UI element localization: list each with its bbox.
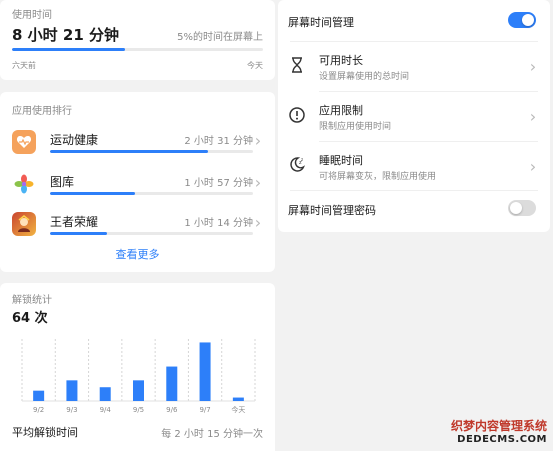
- app-usage-fill: [50, 150, 209, 153]
- settings-item-title: 睡眠时间: [319, 154, 363, 167]
- settings-item-available-duration[interactable]: 可用时长 设置屏幕使用的总时间 ›: [278, 44, 550, 90]
- settings-card: 屏幕时间管理 可用时长 设置屏幕使用的总时间 › 应用限制 限制应用使用时间 ›…: [278, 0, 550, 232]
- app-time: 1 小时 57 分钟: [184, 178, 253, 189]
- usage-to-label: 今天: [247, 61, 263, 70]
- unlock-count: 64 次: [12, 311, 48, 326]
- settings-item-app-limits[interactable]: 应用限制 限制应用使用时间 ›: [278, 94, 550, 140]
- app-name: 图库: [50, 175, 75, 189]
- usage-screen-percent: 5%的时间在屏幕上: [177, 32, 263, 43]
- chevron-right-icon: ›: [529, 157, 537, 176]
- usage-progress-bar: [12, 48, 263, 51]
- usage-from-label: 六天前: [12, 61, 36, 70]
- divider: [290, 41, 538, 42]
- chart-bar-9/2: [33, 390, 45, 401]
- screen-time-management-row[interactable]: 屏幕时间管理: [278, 0, 550, 40]
- watermark-line2: DEDECMS.COM: [457, 434, 547, 445]
- app-usage-bar: [50, 150, 253, 153]
- app-name: 王者荣耀: [50, 215, 99, 229]
- app-time: 1 小时 14 分钟: [184, 218, 253, 229]
- watermark-line1: 织梦内容管理系统: [450, 419, 547, 433]
- chart-tick-label: 今天: [231, 405, 245, 414]
- toggle-knob: [510, 202, 522, 214]
- usage-title: 使用时间: [12, 10, 52, 21]
- chart-tick-label: 9/3: [66, 406, 77, 414]
- ranking-card: 应用使用排行 运动健康 2 小时 31 分钟 › 图库 1 小时 57 分钟 ›: [0, 92, 275, 272]
- toggle-knob: [522, 14, 534, 26]
- app-usage-bar: [50, 232, 253, 235]
- unlock-title: 解锁统计: [12, 295, 52, 306]
- avg-unlock-value: 每 2 小时 15 分钟一次: [161, 429, 263, 440]
- chart-bar-9/6: [166, 366, 178, 401]
- settings-item-title: 可用时长: [319, 54, 363, 67]
- screen-time-password-label: 屏幕时间管理密码: [288, 204, 376, 217]
- honor-of-kings-app-icon: [12, 212, 36, 236]
- chart-tick-label: 9/4: [100, 406, 112, 414]
- screen-time-password-toggle[interactable]: [508, 200, 536, 216]
- app-usage-bar: [50, 192, 253, 195]
- app-row-health[interactable]: 运动健康 2 小时 31 分钟 ›: [0, 128, 275, 158]
- app-name: 运动健康: [50, 133, 99, 147]
- app-usage-fill: [50, 232, 107, 235]
- svg-text:z: z: [301, 157, 303, 162]
- app-usage-fill: [50, 192, 136, 195]
- chart-tick-label: 9/5: [133, 406, 144, 414]
- chevron-right-icon: ›: [529, 57, 537, 76]
- chart-tick-label: 9/7: [199, 406, 210, 414]
- chart-bar-今天: [232, 397, 244, 401]
- chart-bar-9/3: [66, 380, 78, 401]
- divider: [319, 91, 538, 92]
- usage-progress-fill: [12, 48, 125, 51]
- settings-item-title: 应用限制: [319, 104, 363, 117]
- chart-bar-9/5: [133, 380, 144, 401]
- chevron-right-icon: ›: [254, 131, 262, 150]
- health-app-icon: [12, 130, 36, 154]
- gallery-app-icon: [12, 172, 36, 196]
- chevron-right-icon: ›: [254, 173, 262, 192]
- app-time: 2 小时 31 分钟: [184, 136, 253, 147]
- divider: [319, 141, 538, 142]
- chart-tick-label: 9/2: [33, 406, 44, 414]
- app-row-gallery[interactable]: 图库 1 小时 57 分钟 ›: [0, 170, 275, 200]
- chart-bar-9/4: [99, 387, 111, 401]
- ranking-title: 应用使用排行: [12, 106, 72, 117]
- chart-bar-9/7: [199, 342, 211, 401]
- settings-item-sleep-time[interactable]: zz 睡眠时间 可将屏幕变灰，限制应用使用 ›: [278, 144, 550, 190]
- chevron-right-icon: ›: [529, 107, 537, 126]
- alert-circle-icon: [288, 106, 306, 128]
- divider: [290, 190, 538, 191]
- moon-sleep-icon: zz: [288, 155, 306, 177]
- chart-tick-label: 9/6: [166, 406, 178, 414]
- view-more-link[interactable]: 查看更多: [0, 246, 275, 262]
- screen-time-management-label: 屏幕时间管理: [288, 16, 354, 29]
- unlock-card: 解锁统计 64 次 9/2 9/3 9/4 9/5 9/6 9/7 今天 平均解锁时间 每 …: [0, 283, 275, 451]
- usage-card: 使用时间 8 小时 21 分钟 5%的时间在屏幕上 六天前 今天: [0, 0, 275, 80]
- settings-item-subtitle: 限制应用使用时间: [319, 122, 392, 132]
- settings-item-subtitle: 可将屏幕变灰，限制应用使用: [319, 172, 437, 182]
- chevron-right-icon: ›: [254, 213, 262, 232]
- watermark: 织梦内容管理系统 DEDECMS.COM: [451, 417, 547, 445]
- screen-time-password-row[interactable]: 屏幕时间管理密码: [278, 192, 550, 228]
- hourglass-icon: [290, 57, 304, 77]
- settings-item-subtitle: 设置屏幕使用的总时间: [319, 72, 410, 82]
- avg-unlock-label: 平均解锁时间: [12, 426, 78, 439]
- app-row-honor-of-kings[interactable]: 王者荣耀 1 小时 14 分钟 ›: [0, 210, 275, 240]
- screen-time-management-toggle[interactable]: [508, 12, 536, 28]
- usage-total: 8 小时 21 分钟: [12, 26, 119, 44]
